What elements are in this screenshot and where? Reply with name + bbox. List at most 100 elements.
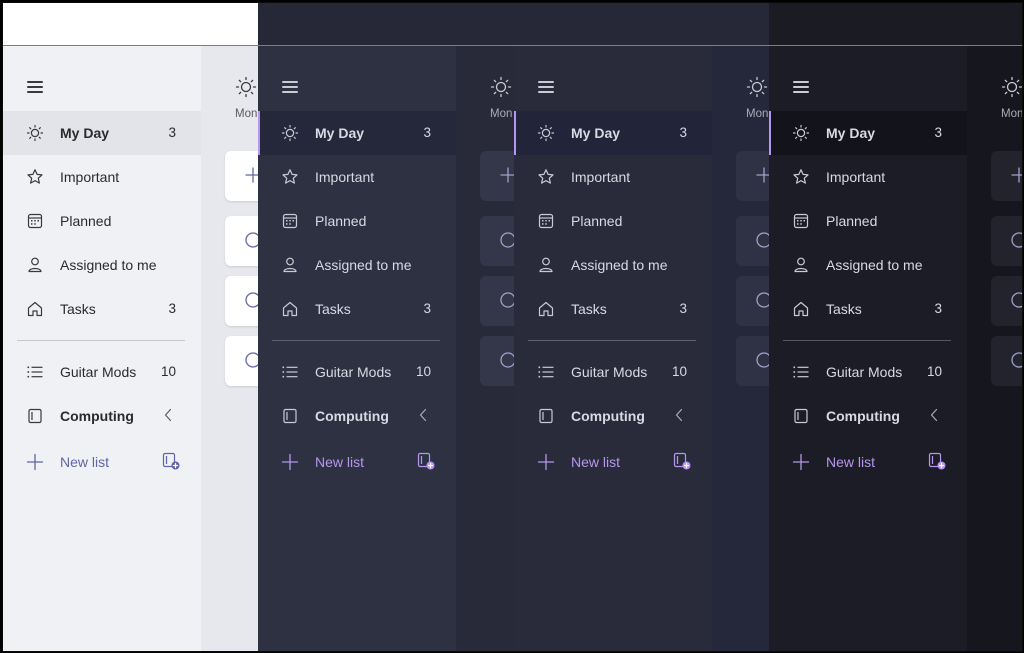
sidebar-item-planned[interactable]: Planned [258,199,456,243]
sun-icon [1001,76,1023,98]
sidebar-group-computing[interactable]: Computing [769,394,967,438]
task-item[interactable] [225,276,259,326]
task-item[interactable] [480,276,514,326]
sidebar-item-planned[interactable]: Planned [769,199,967,243]
task-checkbox-circle-icon[interactable] [1011,292,1023,308]
person-icon [792,256,810,274]
task-checkbox-circle-icon[interactable] [1011,352,1023,368]
title-bar [258,3,514,46]
sidebar-group-computing[interactable]: Computing [3,394,201,438]
plus-icon [537,453,555,471]
task-checkbox-circle-icon[interactable] [1011,232,1023,248]
sidebar-item-important[interactable]: Important [769,155,967,199]
new-group-icon[interactable] [928,452,946,470]
task-count: 3 [423,125,431,140]
hamburger-menu-button[interactable] [27,81,43,93]
task-item[interactable] [991,336,1023,386]
task-checkbox-circle-icon[interactable] [245,232,259,248]
task-checkbox-circle-icon[interactable] [756,292,770,308]
date-subtitle: Mon [235,108,258,120]
hamburger-menu-button[interactable] [282,81,298,93]
sidebar-item-important[interactable]: Important [258,155,456,199]
task-item[interactable] [736,276,770,326]
sidebar-item-label: Important [826,169,886,185]
sun-icon [746,76,768,98]
chevron-left-icon[interactable] [418,408,428,422]
sidebar-item-important[interactable]: Important [3,155,201,199]
home-icon [26,300,44,318]
calendar-icon [537,212,555,230]
task-area: Mon [712,46,770,651]
list-icon [26,363,44,381]
task-checkbox-circle-icon[interactable] [756,232,770,248]
sidebar-item-label: Computing [571,408,645,424]
add-task-input[interactable] [480,151,514,201]
sidebar-item-guitar-mods[interactable]: Guitar Mods 10 [3,350,201,394]
task-count: 3 [168,301,176,316]
hamburger-menu-button[interactable] [793,81,809,93]
task-checkbox-circle-icon[interactable] [500,232,514,248]
theme-panel-light: My Day 3 Important Planned Assigned to m… [3,3,259,651]
task-item[interactable] [225,216,259,266]
new-list-button[interactable]: New list [3,440,201,484]
task-item[interactable] [991,276,1023,326]
sidebar-item-assigned-to-me[interactable]: Assigned to me [258,243,456,287]
new-group-icon[interactable] [673,452,691,470]
sidebar-item-planned[interactable]: Planned [514,199,712,243]
sidebar-item-assigned-to-me[interactable]: Assigned to me [769,243,967,287]
sidebar-group-computing[interactable]: Computing [258,394,456,438]
theme-panel-black: My Day 3 Important Planned Assigned to m… [769,3,1023,651]
new-list-button[interactable]: New list [258,440,456,484]
sidebar-item-label: Computing [60,408,134,424]
task-item[interactable] [736,336,770,386]
task-item[interactable] [480,336,514,386]
sidebar-item-tasks[interactable]: Tasks 3 [258,287,456,331]
sidebar-item-guitar-mods[interactable]: Guitar Mods 10 [769,350,967,394]
task-checkbox-circle-icon[interactable] [500,292,514,308]
sidebar-item-assigned-to-me[interactable]: Assigned to me [514,243,712,287]
sidebar-item-tasks[interactable]: Tasks 3 [514,287,712,331]
sidebar-item-tasks[interactable]: Tasks 3 [769,287,967,331]
sidebar-group-computing[interactable]: Computing [514,394,712,438]
task-item[interactable] [480,216,514,266]
add-task-input[interactable] [225,151,259,201]
calendar-icon [281,212,299,230]
chevron-left-icon[interactable] [929,408,939,422]
task-item[interactable] [225,336,259,386]
task-checkbox-circle-icon[interactable] [500,352,514,368]
task-checkbox-circle-icon[interactable] [245,292,259,308]
task-item[interactable] [736,216,770,266]
sidebar-item-tasks[interactable]: Tasks 3 [3,287,201,331]
sidebar-item-assigned-to-me[interactable]: Assigned to me [3,243,201,287]
add-task-input[interactable] [991,151,1022,201]
sidebar-item-my-day[interactable]: My Day 3 [514,111,712,155]
sun-icon [537,124,555,142]
title-bar [514,3,770,46]
chevron-left-icon[interactable] [674,408,684,422]
sidebar-item-guitar-mods[interactable]: Guitar Mods 10 [514,350,712,394]
new-list-button[interactable]: New list [769,440,967,484]
sidebar-item-planned[interactable]: Planned [3,199,201,243]
new-group-icon[interactable] [162,452,180,470]
sidebar-item-label: Assigned to me [571,257,668,273]
task-count: 10 [926,364,942,379]
sidebar-divider [528,340,696,341]
task-checkbox-circle-icon[interactable] [756,352,770,368]
new-group-icon[interactable] [417,452,435,470]
app-window: My Day 3 Important Planned Assigned to m… [2,2,1023,652]
new-list-button[interactable]: New list [514,440,712,484]
hamburger-menu-button[interactable] [538,81,554,93]
chevron-left-icon[interactable] [163,408,173,422]
task-checkbox-circle-icon[interactable] [245,352,259,368]
add-task-input[interactable] [736,151,770,201]
task-item[interactable] [991,216,1023,266]
sidebar-divider [272,340,440,341]
sidebar-item-my-day[interactable]: My Day 3 [258,111,456,155]
task-count: 10 [671,364,687,379]
sidebar-item-guitar-mods[interactable]: Guitar Mods 10 [258,350,456,394]
sidebar-item-important[interactable]: Important [514,155,712,199]
sidebar-item-my-day[interactable]: My Day 3 [3,111,201,155]
sidebar-item-my-day[interactable]: My Day 3 [769,111,967,155]
plus-icon [500,167,514,183]
home-icon [537,300,555,318]
